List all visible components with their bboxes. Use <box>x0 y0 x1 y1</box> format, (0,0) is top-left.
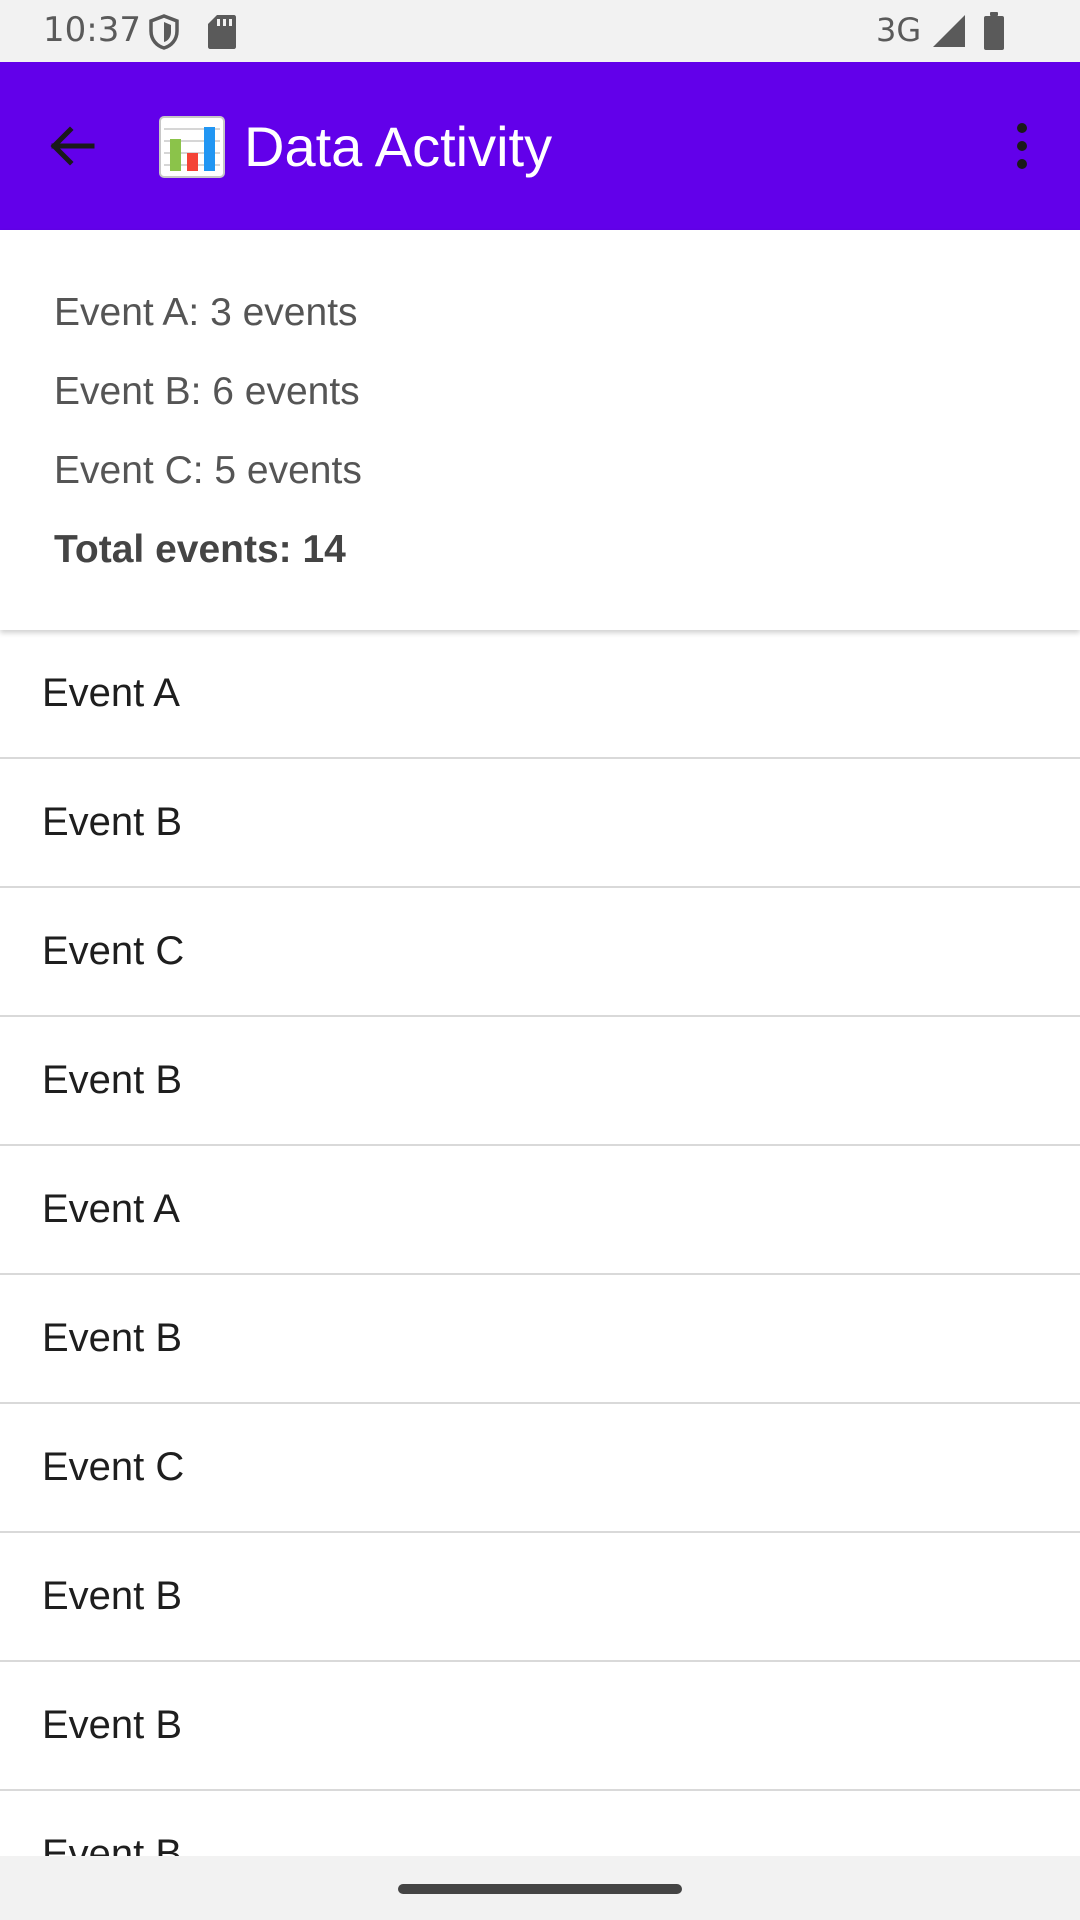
summary-line-event-b: Event B: 6 events <box>54 370 360 413</box>
list-item[interactable]: Event B <box>0 759 1080 888</box>
list-item[interactable]: Event B <box>0 1662 1080 1791</box>
list-item[interactable]: Event B <box>0 1275 1080 1404</box>
status-bar: 10:37 3G <box>0 0 1080 62</box>
summary-total: Total events: 14 <box>54 528 346 571</box>
summary-line-event-a: Event A: 3 events <box>54 291 358 334</box>
event-label: Event A <box>42 1187 180 1231</box>
event-label: Event B <box>42 1316 183 1360</box>
list-item[interactable]: Event B <box>0 1017 1080 1146</box>
event-label: Event B <box>42 1058 183 1102</box>
list-item[interactable]: Event B <box>0 1791 1080 1856</box>
app-bar: Data Activity <box>0 62 1080 230</box>
bar-chart-icon <box>159 116 225 178</box>
list-item[interactable]: Event B <box>0 1533 1080 1662</box>
signal-icon <box>933 15 965 47</box>
page-title: Data Activity <box>244 115 553 178</box>
battery-icon <box>984 12 1004 50</box>
event-label: Event C <box>42 929 185 973</box>
sd-card-icon <box>208 15 236 49</box>
event-label: Event B <box>42 800 183 844</box>
title-group: Data Activity <box>158 114 552 180</box>
event-label: Event A <box>42 671 180 715</box>
summary-card: Event A: 3 events Event B: 6 events Even… <box>0 230 1080 630</box>
event-list[interactable]: Event A Event B Event C Event B Event A … <box>0 630 1080 1856</box>
list-item[interactable]: Event A <box>0 630 1080 759</box>
home-handle[interactable] <box>398 1884 682 1894</box>
event-label: Event B <box>42 1703 183 1747</box>
arrow-back-icon[interactable] <box>40 106 120 186</box>
list-item[interactable]: Event C <box>0 888 1080 1017</box>
event-label: Event C <box>42 1445 185 1489</box>
shield-icon <box>149 14 179 50</box>
summary-line-event-c: Event C: 5 events <box>54 449 362 492</box>
navigation-bar <box>0 1856 1080 1920</box>
event-label: Event B <box>42 1574 183 1618</box>
network-type-label: 3G <box>876 11 922 49</box>
event-label: Event B <box>42 1832 183 1856</box>
list-item[interactable]: Event A <box>0 1146 1080 1275</box>
more-vert-icon[interactable] <box>996 116 1048 176</box>
status-time: 10:37 <box>43 10 141 50</box>
list-item[interactable]: Event C <box>0 1404 1080 1533</box>
